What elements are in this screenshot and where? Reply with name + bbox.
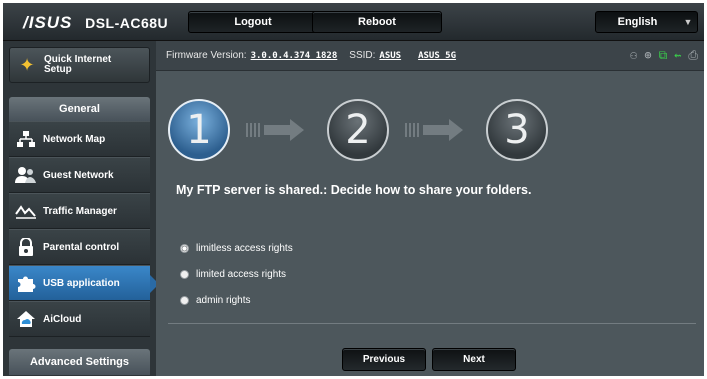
firmware-label: Firmware Version:: [166, 50, 247, 61]
arrow-right-icon: [405, 119, 463, 141]
option-limitless-access[interactable]: limitless access rights: [180, 235, 293, 261]
cloud-house-icon: [9, 310, 43, 328]
firmware-version-link[interactable]: 3.0.0.4.374_1828: [251, 51, 338, 61]
ssid-5g-link[interactable]: ASUS_5G: [418, 51, 456, 61]
sidebar-item-label: Guest Network: [43, 169, 114, 181]
previous-button[interactable]: Previous: [342, 348, 426, 371]
option-limited-access[interactable]: limited access rights: [180, 261, 293, 287]
traffic-manager-icon: [9, 202, 43, 220]
advanced-settings-header: Advanced Settings: [9, 349, 150, 375]
sidebar-item-network-map[interactable]: Network Map: [9, 121, 150, 157]
sidebar-item-parental-control[interactable]: Parental control: [9, 229, 150, 265]
network-map-icon: [9, 130, 43, 148]
clients-icon[interactable]: ⚇: [630, 49, 637, 61]
reboot-button[interactable]: Reboot: [312, 11, 442, 33]
sidebar-item-label: Traffic Manager: [43, 205, 117, 217]
router-admin-window: /ISUS DSL-AC68U Logout Reboot English ▼ …: [3, 3, 704, 376]
wizard-steps: 1 2 3: [156, 99, 704, 169]
status-info-bar: Firmware Version: 3.0.0.4.374_1828 SSID:…: [156, 41, 704, 71]
ssid-24g-link[interactable]: ASUS: [379, 51, 401, 61]
option-label: limited access rights: [196, 268, 287, 280]
puzzle-icon: [9, 273, 43, 293]
step-1-indicator: 1: [168, 99, 230, 161]
language-select[interactable]: English ▼: [595, 11, 698, 33]
chevron-down-icon: ▼: [683, 17, 693, 27]
quick-internet-setup-button[interactable]: ✦ Quick Internet Setup: [9, 47, 150, 83]
main-content: Firmware Version: 3.0.0.4.374_1828 SSID:…: [156, 41, 704, 376]
sidebar-item-label: USB application: [43, 277, 120, 289]
sidebar-item-label: Parental control: [43, 241, 120, 253]
sidebar-item-usb-application[interactable]: USB application: [9, 265, 159, 301]
radio-button-selected[interactable]: [180, 243, 189, 253]
sidebar-item-guest-network[interactable]: Guest Network: [9, 157, 150, 193]
sidebar-item-label: AiCloud: [43, 313, 82, 325]
sidebar: ✦ Quick Internet Setup General Network M…: [3, 41, 159, 376]
printer-icon[interactable]: ⎙: [688, 49, 698, 61]
internet-globe-icon[interactable]: ⊕: [644, 49, 651, 61]
wizard-heading: My FTP server is shared.: Decide how to …: [176, 183, 532, 197]
divider: [168, 323, 696, 324]
radio-button[interactable]: [180, 269, 189, 279]
step-2-indicator: 2: [327, 99, 389, 161]
radio-button[interactable]: [180, 295, 189, 305]
magic-wand-icon: ✦: [19, 54, 35, 75]
option-label: limitless access rights: [196, 242, 293, 254]
language-value: English: [617, 16, 658, 28]
model-name: DSL-AC68U: [85, 15, 169, 31]
sidebar-item-traffic-manager[interactable]: Traffic Manager: [9, 193, 150, 229]
ssid-label: SSID:: [349, 50, 376, 61]
quick-setup-label: Quick Internet Setup: [44, 54, 112, 75]
status-icons: ⚇ ⊕ ⧉ ⇜ ⎙: [630, 49, 698, 61]
asus-logo: /ISUS: [23, 13, 73, 32]
sidebar-item-label: Network Map: [43, 133, 106, 145]
usb-icon[interactable]: ⇜: [674, 49, 681, 61]
next-button[interactable]: Next: [432, 348, 516, 371]
logout-button[interactable]: Logout: [188, 11, 318, 33]
sidebar-item-aicloud[interactable]: AiCloud: [9, 301, 150, 337]
guest-network-icon: [9, 166, 43, 184]
access-rights-options: limitless access rights limited access r…: [180, 235, 293, 313]
arrow-right-icon: [246, 119, 304, 141]
wifi-status-icon[interactable]: ⧉: [659, 49, 668, 61]
brand: /ISUS DSL-AC68U: [23, 13, 168, 33]
top-bar: /ISUS DSL-AC68U Logout Reboot English ▼: [3, 3, 704, 41]
lock-icon: [9, 237, 43, 257]
step-3-indicator: 3: [486, 99, 548, 161]
option-admin-rights[interactable]: admin rights: [180, 287, 293, 313]
option-label: admin rights: [196, 294, 251, 306]
general-menu: Network Map Guest Network Traffic Manage…: [9, 121, 159, 337]
general-section-header: General: [9, 97, 150, 121]
